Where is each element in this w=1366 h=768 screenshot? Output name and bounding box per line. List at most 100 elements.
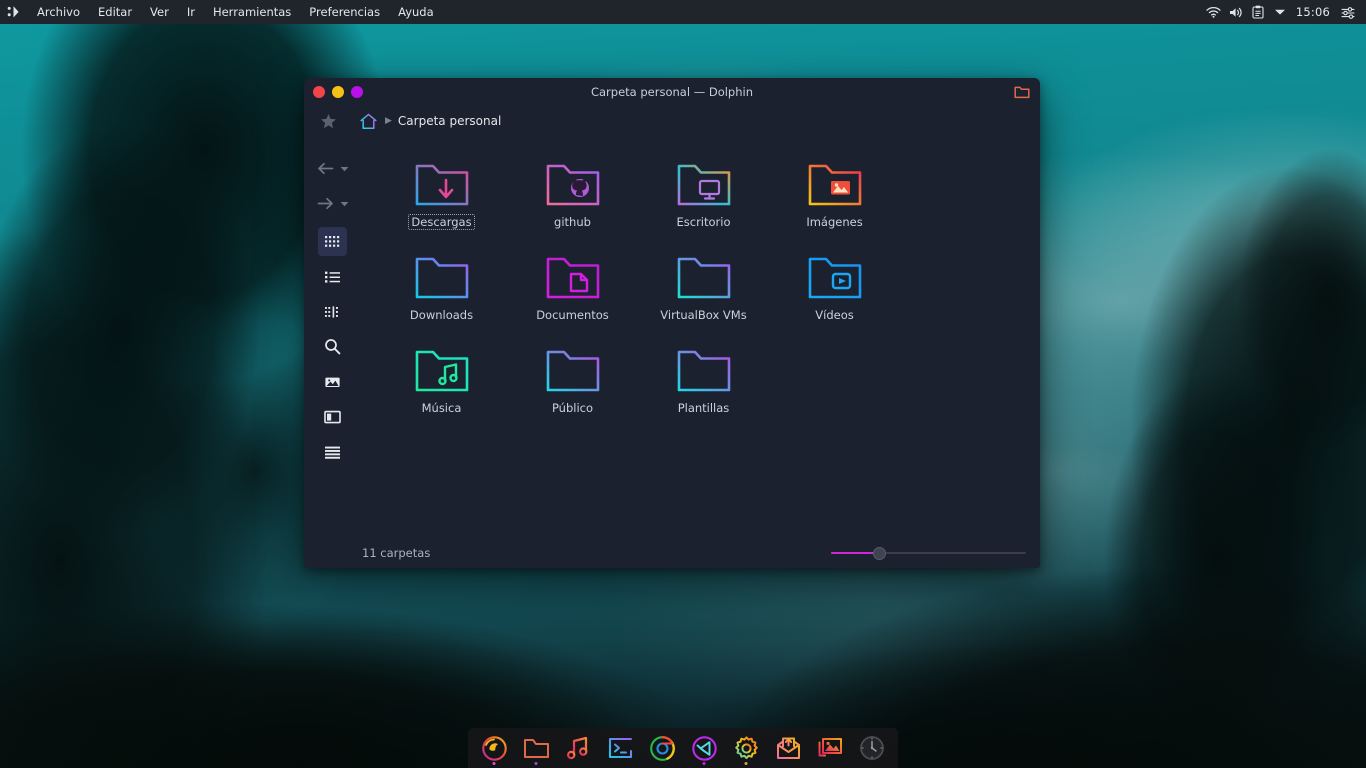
file-item-virtualbox-vms[interactable]: VirtualBox VMs (638, 248, 769, 341)
dock (468, 728, 898, 768)
file-label: Downloads (409, 308, 474, 322)
clock-icon (860, 736, 884, 760)
view-toolbar (304, 137, 360, 538)
window-body: Descargas github Escritorio Imágenes Dow… (304, 137, 1040, 538)
icons-view-button[interactable] (317, 227, 347, 256)
gear-icon (734, 735, 758, 759)
file-item-publico[interactable]: Público (507, 341, 638, 434)
columns-icon (324, 305, 338, 318)
folder-plain-icon (412, 252, 472, 302)
hamburger-icon (324, 446, 340, 459)
mail-upload-icon (776, 737, 800, 759)
folder-music-icon (412, 345, 472, 395)
dock-item-chrome[interactable] (642, 728, 682, 768)
dock-item-vscode[interactable] (684, 728, 724, 768)
details-view-button[interactable] (318, 262, 347, 291)
status-text: 11 carpetas (362, 546, 431, 560)
dock-item-clock[interactable] (852, 728, 892, 768)
forward-button[interactable] (309, 186, 355, 221)
file-item-videos[interactable]: Vídeos (769, 248, 900, 341)
menu-button[interactable] (318, 437, 347, 466)
file-label: Público (551, 401, 594, 415)
folder-desktop-icon (674, 159, 734, 209)
image-icon (818, 738, 842, 757)
slider-handle[interactable] (873, 546, 886, 560)
file-label: Escritorio (676, 215, 731, 229)
folder-image-icon (805, 159, 865, 209)
dock-item-firefox[interactable] (474, 728, 514, 768)
menu-archivo[interactable]: Archivo (28, 0, 89, 24)
slider-fill (831, 552, 879, 554)
search-icon (324, 339, 340, 355)
file-label: Imágenes (806, 215, 863, 229)
file-item-plantillas[interactable]: Plantillas (638, 341, 769, 434)
file-item-descargas[interactable]: Descargas (376, 155, 507, 248)
menu-editar[interactable]: Editar (89, 0, 141, 24)
folder-video-icon (805, 252, 865, 302)
preview-button[interactable] (318, 367, 347, 396)
menu-herramientas[interactable]: Herramientas (204, 0, 300, 24)
file-item-musica[interactable]: Música (376, 341, 507, 434)
status-bar: 11 carpetas (304, 538, 1040, 568)
window-titlebar[interactable]: Carpeta personal — Dolphin (304, 78, 1040, 105)
compact-view-button[interactable] (318, 297, 347, 326)
clipboard-icon[interactable] (1247, 0, 1269, 24)
menu-ir[interactable]: Ir (178, 0, 204, 24)
menu-ayuda[interactable]: Ayuda (389, 0, 443, 24)
file-label: Música (421, 401, 462, 415)
file-item-imagenes[interactable]: Imágenes (769, 155, 900, 248)
dock-item-music-player[interactable] (558, 728, 598, 768)
star-icon[interactable] (313, 113, 343, 130)
grid-icon (324, 236, 339, 247)
file-view[interactable]: Descargas github Escritorio Imágenes Dow… (360, 137, 1040, 538)
home-icon[interactable] (351, 112, 385, 131)
running-indicator (702, 762, 706, 765)
sliders-icon[interactable] (1337, 0, 1359, 24)
search-button[interactable] (318, 332, 347, 361)
arrow-right-icon[interactable] (313, 197, 337, 210)
maximize-button[interactable] (351, 85, 363, 98)
menu-ver[interactable]: Ver (141, 0, 178, 24)
file-label: Plantillas (677, 401, 730, 415)
folder-plain-icon (674, 345, 734, 395)
running-indicator (492, 762, 496, 765)
file-grid: Descargas github Escritorio Imágenes Dow… (376, 155, 1030, 434)
file-item-escritorio[interactable]: Escritorio (638, 155, 769, 248)
folder-document-icon (543, 252, 603, 302)
breadcrumb-label[interactable]: Carpeta personal (398, 114, 501, 128)
file-item-documentos[interactable]: Documentos (507, 248, 638, 341)
folder-github-icon (543, 159, 603, 209)
file-label: Descargas (408, 214, 475, 230)
dock-item-settings[interactable] (726, 728, 766, 768)
breadcrumb-separator: ▶ (385, 116, 392, 126)
breadcrumb: ▶ Carpeta personal (304, 105, 1040, 137)
volume-icon[interactable] (1225, 0, 1247, 24)
dock-item-terminal[interactable] (600, 728, 640, 768)
chevron-down-icon[interactable] (337, 201, 351, 207)
back-button[interactable] (309, 151, 355, 186)
chevron-down-icon[interactable] (337, 166, 351, 172)
dock-item-mail[interactable] (768, 728, 808, 768)
file-label: VirtualBox VMs (660, 308, 747, 322)
dock-item-file-manager[interactable] (516, 728, 556, 768)
split-view-button[interactable] (318, 402, 347, 431)
file-label: Vídeos (815, 308, 854, 322)
file-item-github[interactable]: github (507, 155, 638, 248)
file-item-downloads[interactable]: Downloads (376, 248, 507, 341)
close-button[interactable] (313, 85, 325, 98)
folder-plain-icon (543, 345, 603, 395)
list-icon (324, 271, 340, 283)
menu-preferencias[interactable]: Preferencias (300, 0, 389, 24)
folder-download-icon (412, 159, 472, 209)
smiley-logo-icon[interactable] (0, 5, 28, 19)
wifi-icon[interactable] (1203, 0, 1225, 24)
chevron-down-icon[interactable] (1269, 0, 1291, 24)
zoom-slider[interactable] (831, 546, 1026, 560)
clock-label[interactable]: 15:06 (1291, 5, 1337, 19)
window-controls (304, 85, 363, 98)
folder-plain-icon (674, 252, 734, 302)
arrow-left-icon[interactable] (313, 162, 337, 175)
minimize-button[interactable] (332, 85, 344, 98)
folder-icon[interactable] (1014, 84, 1030, 103)
dock-item-image-viewer[interactable] (810, 728, 850, 768)
